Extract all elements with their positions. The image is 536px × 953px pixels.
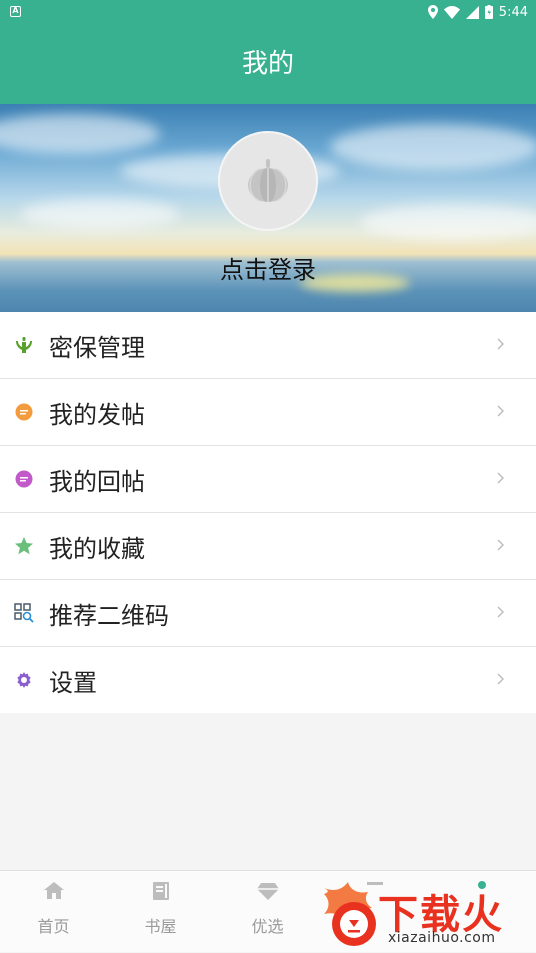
qr-search-icon [14,603,34,623]
menu-list: 密保管理 我的发帖 我的回帖 我的收藏 推荐二维码 设置 [0,312,536,713]
avatar[interactable] [218,131,318,231]
watermark: 下载火 xiazaihuo.com [316,878,536,952]
profile-header: 点击登录 [0,104,536,312]
signal-icon [465,5,479,19]
pumpkin-icon [248,159,288,202]
chevron-right-icon [497,673,504,685]
menu-item-label: 我的回帖 [49,467,145,496]
menu-item-label: 我的收藏 [49,534,145,563]
menu-item-label: 推荐二维码 [49,601,169,630]
menu-item-label: 密保管理 [49,333,145,362]
cloud [330,124,536,170]
cloud [0,114,160,154]
home-icon [44,882,64,899]
login-link[interactable]: 点击登录 [0,250,536,285]
menu-item-label: 设置 [49,668,97,697]
location-icon [427,5,438,19]
chevron-right-icon [497,405,504,417]
menu-item-qr-code[interactable]: 推荐二维码 [0,580,536,647]
chat-bubble-icon [15,403,33,421]
battery-icon [484,5,493,19]
menu-item-my-posts[interactable]: 我的发帖 [0,379,536,446]
chat-bubble-icon [15,470,33,488]
tab-label: 书屋 [144,917,177,936]
cloud [360,204,536,240]
chevron-right-icon [497,606,504,618]
wifi-icon [443,5,460,19]
status-bar: A 5:44 [0,0,536,24]
chevron-right-icon [497,539,504,551]
menu-item-favorites[interactable]: 我的收藏 [0,513,536,580]
tab-label: 优选 [251,917,284,936]
security-hands-icon [16,337,32,353]
page-title: 我的 [241,49,294,79]
chevron-right-icon [497,472,504,484]
star-icon [15,537,33,555]
menu-item-label: 我的发帖 [49,400,145,429]
gear-icon [17,672,31,688]
notification-icon: A [10,6,21,17]
tab-library[interactable]: 书屋 [107,871,214,953]
menu-item-settings[interactable]: 设置 [0,647,536,713]
watermark-url: xiazaihuo.com [388,930,496,946]
flame-logo-icon [324,882,376,946]
app-bar: 我的 [0,24,536,104]
status-time: 5:44 [498,4,528,20]
chevron-right-icon [497,338,504,350]
menu-item-my-replies[interactable]: 我的回帖 [0,446,536,513]
tab-label: 首页 [37,917,70,936]
tab-featured[interactable]: 优选 [214,871,321,953]
menu-item-security[interactable]: 密保管理 [0,312,536,379]
book-icon [153,882,169,900]
tab-home[interactable]: 首页 [0,871,107,953]
cloud [20,199,180,229]
diamond-icon [257,883,279,900]
